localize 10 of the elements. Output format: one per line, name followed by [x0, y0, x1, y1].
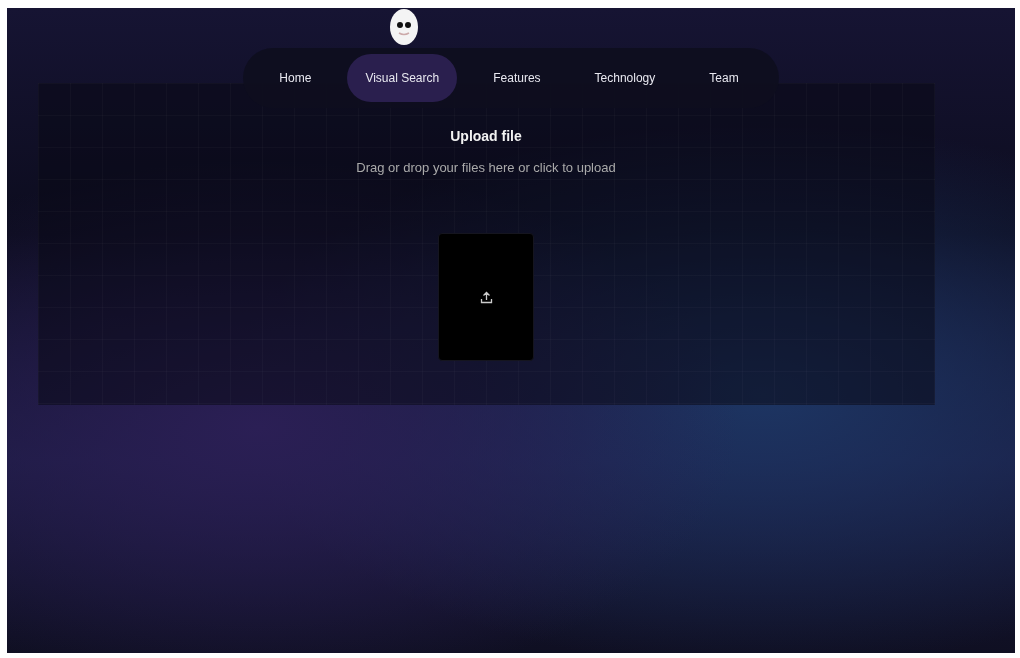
upload-hint: Drag or drop your files here or click to upload: [356, 160, 616, 175]
nav-tab[interactable]: Technology: [576, 54, 674, 102]
upload-title: Upload file: [450, 128, 522, 144]
mascot-icon: [389, 8, 420, 46]
nav-tab[interactable]: Home: [261, 54, 330, 102]
upload-icon: [479, 290, 493, 304]
drop-zone[interactable]: [438, 233, 534, 361]
nav-tab[interactable]: Features: [475, 54, 559, 102]
nav-tab[interactable]: Visual Search: [347, 54, 458, 102]
nav-tab[interactable]: Team: [691, 54, 757, 102]
